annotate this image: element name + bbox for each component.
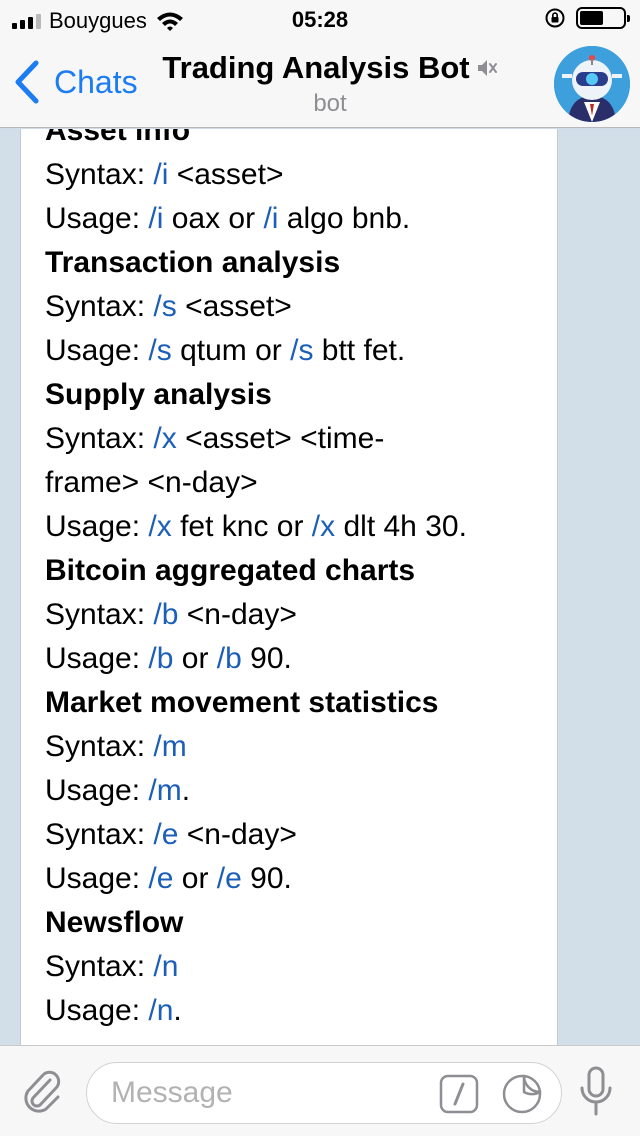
message-text-segment: qtum or — [171, 334, 291, 367]
message-text-segment: <asset> — [176, 290, 292, 323]
battery-icon — [576, 7, 630, 29]
message-text-segment: Usage: — [45, 994, 149, 1027]
nav-bar: Chats Trading Analysis Bot bot — [0, 40, 640, 128]
bot-command-link[interactable]: /m — [148, 774, 181, 807]
message-line: Syntax: /b <n-day> — [45, 593, 533, 637]
bot-avatar[interactable] — [554, 46, 630, 122]
message-text-segment: Usage: — [45, 334, 149, 367]
message-text-segment: algo bnb. — [278, 202, 411, 235]
slash-command-icon[interactable] — [439, 1074, 479, 1114]
bot-command-link[interactable]: /x — [312, 510, 335, 543]
bot-command-link[interactable]: /n — [148, 994, 173, 1027]
bot-command-link[interactable]: /i — [153, 158, 168, 191]
bot-command-link[interactable]: /e — [153, 818, 178, 851]
bot-command-link[interactable]: /i — [263, 202, 278, 235]
section-heading: Market movement statistics — [45, 686, 439, 719]
message-line: Syntax: /i <asset> — [45, 153, 533, 197]
section-heading: Transaction analysis — [45, 246, 341, 279]
section-heading: Bitcoin aggregated charts — [45, 554, 416, 587]
message-text-segment: dlt 4h 30. — [335, 510, 467, 543]
bot-command-link[interactable]: /n — [153, 950, 178, 983]
message-text-segment: <n-day> — [178, 818, 297, 851]
back-label: Chats — [54, 63, 138, 100]
muted-speaker-icon — [477, 60, 497, 76]
message-input[interactable] — [111, 1075, 431, 1111]
bot-command-link[interactable]: /x — [148, 510, 171, 543]
message-line: Syntax: /x <asset> <time- — [45, 417, 533, 461]
message-line: Usage: /s qtum or /s btt fet. — [45, 329, 533, 373]
message-text-segment: Usage: — [45, 202, 149, 235]
bot-command-link[interactable]: /b — [217, 642, 242, 675]
message-text-segment: Usage: — [45, 642, 149, 675]
message-text: Asset info Syntax: /i <asset> Usage: /i oa… — [45, 129, 533, 1033]
chevron-left-icon — [15, 60, 39, 104]
message-text-segment: <asset> <time- — [176, 422, 385, 455]
status-bar: Bouygues 05:28 — [0, 0, 640, 40]
message-field — [86, 1062, 562, 1124]
back-button[interactable]: Chats — [14, 60, 138, 104]
message-text-segment: . — [173, 994, 182, 1027]
message-text-segment: or — [173, 862, 217, 895]
chat-area[interactable]: Asset info Syntax: /i <asset> Usage: /i oa… — [0, 129, 640, 1045]
message-text-segment: <n-day> — [178, 598, 297, 631]
message-line: Usage: /n. — [45, 989, 533, 1033]
message-text-segment: oax or — [163, 202, 264, 235]
message-text-segment: frame> <n-day> — [45, 466, 258, 499]
input-bar — [0, 1045, 640, 1136]
bot-command-link[interactable]: /m — [153, 730, 186, 763]
bot-command-link[interactable]: /i — [148, 202, 163, 235]
message-line: Usage: /b or /b 90. — [45, 637, 533, 681]
bot-command-link[interactable]: /b — [153, 598, 178, 631]
message-text-segment: Syntax: — [45, 422, 154, 455]
message-text-segment: Syntax: — [45, 290, 154, 323]
message-text-segment: <asset> — [168, 158, 284, 191]
microphone-icon[interactable] — [578, 1066, 614, 1118]
chat-title-row: Trading Analysis Bot — [162, 50, 497, 86]
bot-command-link[interactable]: /s — [148, 334, 171, 367]
bot-command-link[interactable]: /s — [290, 334, 313, 367]
message-text-segment: Syntax: — [45, 950, 154, 983]
message-text-segment: . — [181, 774, 191, 807]
robot-avatar-icon — [554, 46, 630, 122]
message-text-segment: Syntax: — [45, 730, 154, 763]
message-text-segment: Syntax: — [45, 158, 154, 191]
message-line: Syntax: /n — [45, 945, 533, 989]
bot-command-link[interactable]: /e — [148, 862, 173, 895]
message-text-segment: Syntax: — [45, 818, 154, 851]
chat-title: Trading Analysis Bot — [162, 50, 470, 85]
message-text-segment: btt fet. — [313, 334, 406, 367]
message-line: Usage: /e or /e 90. — [45, 857, 533, 901]
bot-command-link[interactable]: /e — [217, 862, 242, 895]
message-line: frame> <n-day> — [45, 461, 533, 505]
message-line: Usage: /i oax or /i algo bnb. — [45, 197, 533, 241]
message-text-segment: Usage: — [45, 862, 149, 895]
message-text-segment: 90. — [241, 642, 292, 675]
chat-header[interactable]: Trading Analysis Bot bot — [150, 50, 510, 118]
bot-command-link[interactable]: /s — [153, 290, 176, 323]
status-right — [544, 7, 630, 29]
message-text-segment: fet knc or — [171, 510, 312, 543]
message-line: Usage: /m. — [45, 769, 533, 813]
bot-command-link[interactable]: /x — [153, 422, 176, 455]
message-bubble: Asset info Syntax: /i <asset> Usage: /i oa… — [20, 129, 558, 1045]
message-line: Syntax: /s <asset> — [45, 285, 533, 329]
section-heading: Asset info — [45, 129, 191, 147]
message-line: Syntax: /m — [45, 725, 533, 769]
sticker-icon[interactable] — [501, 1073, 543, 1115]
message-line: Usage: /x fet knc or /x dlt 4h 30. — [45, 505, 533, 549]
message-text-segment: Syntax: — [45, 598, 154, 631]
message-text-segment: 90. — [241, 862, 292, 895]
section-heading: Supply analysis — [45, 378, 272, 411]
rotation-lock-icon — [545, 8, 565, 28]
message-text-segment: Usage: — [45, 510, 149, 543]
bot-command-link[interactable]: /b — [148, 642, 173, 675]
message-text-segment: Usage: — [45, 774, 149, 807]
paperclip-icon[interactable] — [20, 1068, 64, 1116]
section-heading: Newsflow — [45, 906, 184, 939]
message-text-segment: or — [173, 642, 217, 675]
chat-subtitle: bot — [313, 90, 347, 117]
message-line: Syntax: /e <n-day> — [45, 813, 533, 857]
